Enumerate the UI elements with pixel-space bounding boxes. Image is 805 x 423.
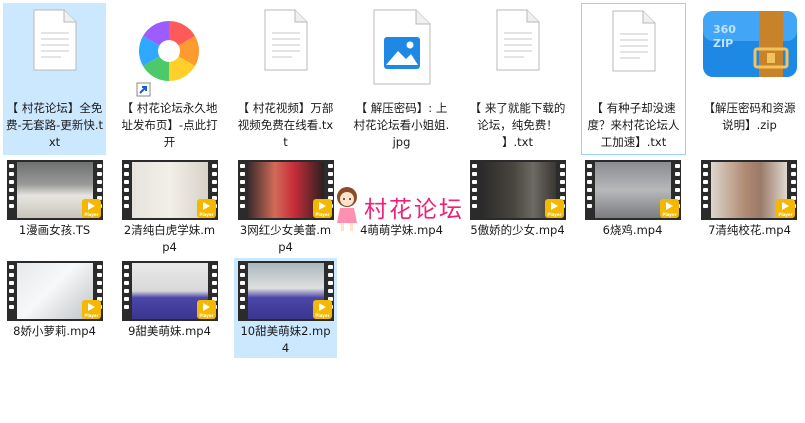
file-name: 6烧鸡.mp4 [602,223,663,237]
file-item-txt-1[interactable]: 【 村花论坛】全免费-无套路-更新快.txt [3,3,106,155]
svg-text:ZIP: ZIP [713,37,733,50]
video-item-7[interactable]: Player 7清纯校花.mp4 [697,157,802,257]
video-item-8[interactable]: Player 8娇小萝莉.mp4 [3,258,106,358]
video-thumbnail: Player [122,261,218,321]
video-thumbnail: Player [122,160,218,220]
video-thumbnail: Player [585,160,681,220]
file-name: 1漫画女孩.TS [18,223,91,237]
text-document-icon [496,9,540,71]
cartoon-girl-icon [337,187,357,231]
video-item-6[interactable]: Player 6烧鸡.mp4 [581,157,684,257]
file-item-jpg[interactable]: 【 解压密码】: 上村花论坛看小姐姐.jpg [350,3,453,155]
svg-text:360: 360 [713,23,736,36]
file-item-shortcut[interactable]: 【 村花论坛永久地址发布页】-点此打开 [118,3,221,155]
video-thumbnail: Player [7,160,103,220]
video-item-9[interactable]: Player 9甜美萌妹.mp4 [118,258,221,358]
player-badge-icon: Player [197,300,216,319]
file-item-txt-4[interactable]: 【 有种子却没速度？来村花论坛人工加速】.txt [581,3,686,155]
player-badge-icon: Player [545,199,564,218]
text-document-icon [612,10,656,72]
player-badge-icon: Player [776,199,795,218]
text-document-icon [264,9,308,71]
file-name: 5傲娇的少女.mp4 [470,223,565,237]
file-name: 【 村花论坛永久地址发布页】-点此打开 [121,101,218,149]
zip-archive-icon: 360 ZIP [703,11,797,77]
video-thumbnail: Player [470,160,566,220]
file-name: 2清纯白虎学妹.mp4 [123,223,216,254]
video-thumbnail: Player [7,261,103,321]
file-item-txt-3[interactable]: 【 来了就能下载的论坛，纯免费！ 】.txt [466,3,569,155]
player-badge-icon: Player [197,199,216,218]
browser-shortcut-icon [136,20,200,97]
file-name: 【 有种子却没速度？来村花论坛人工加速】.txt [587,101,680,149]
file-name: 【 村花论坛】全免费-无套路-更新快.txt [6,101,103,149]
video-item-10[interactable]: Player 10甜美萌妹2.mp4 [234,258,337,358]
video-thumbnail: Player [238,160,334,220]
image-file-icon [373,9,431,85]
file-name: 10甜美萌妹2.mp4 [240,324,331,355]
player-badge-icon: Player [82,199,101,218]
file-name: 【解压密码和资源说明】.zip [703,101,796,132]
file-name: 9甜美萌妹.mp4 [128,324,211,338]
site-watermark: 村花论坛 [330,185,480,235]
file-item-txt-2[interactable]: 【 村花视频】万部视频免费在线看.txt [234,3,337,155]
file-name: 【 来了就能下载的论坛，纯免费！ 】.txt [469,101,566,149]
file-name: 【 村花视频】万部视频免费在线看.txt [237,101,334,149]
video-thumbnail: Player [701,160,797,220]
file-item-zip[interactable]: 360 ZIP 【解压密码和资源说明】.zip [697,3,802,155]
video-thumbnail: Player [238,261,334,321]
file-name: 3网红少女美蕾.mp4 [239,223,332,254]
video-item-3[interactable]: Player 3网红少女美蕾.mp4 [234,157,337,257]
video-item-2[interactable]: Player 2清纯白虎学妹.mp4 [118,157,221,257]
file-name: 7清纯校花.mp4 [708,223,791,237]
video-item-5[interactable]: Player 5傲娇的少女.mp4 [466,157,569,257]
text-document-icon [33,9,77,71]
player-badge-icon: Player [660,199,679,218]
file-name: 8娇小萝莉.mp4 [13,324,96,338]
video-item-1[interactable]: Player 1漫画女孩.TS [3,157,106,257]
player-badge-icon: Player [82,300,101,319]
file-name: 【 解压密码】: 上村花论坛看小姐姐.jpg [353,101,450,149]
player-badge-icon: Player [313,300,332,319]
